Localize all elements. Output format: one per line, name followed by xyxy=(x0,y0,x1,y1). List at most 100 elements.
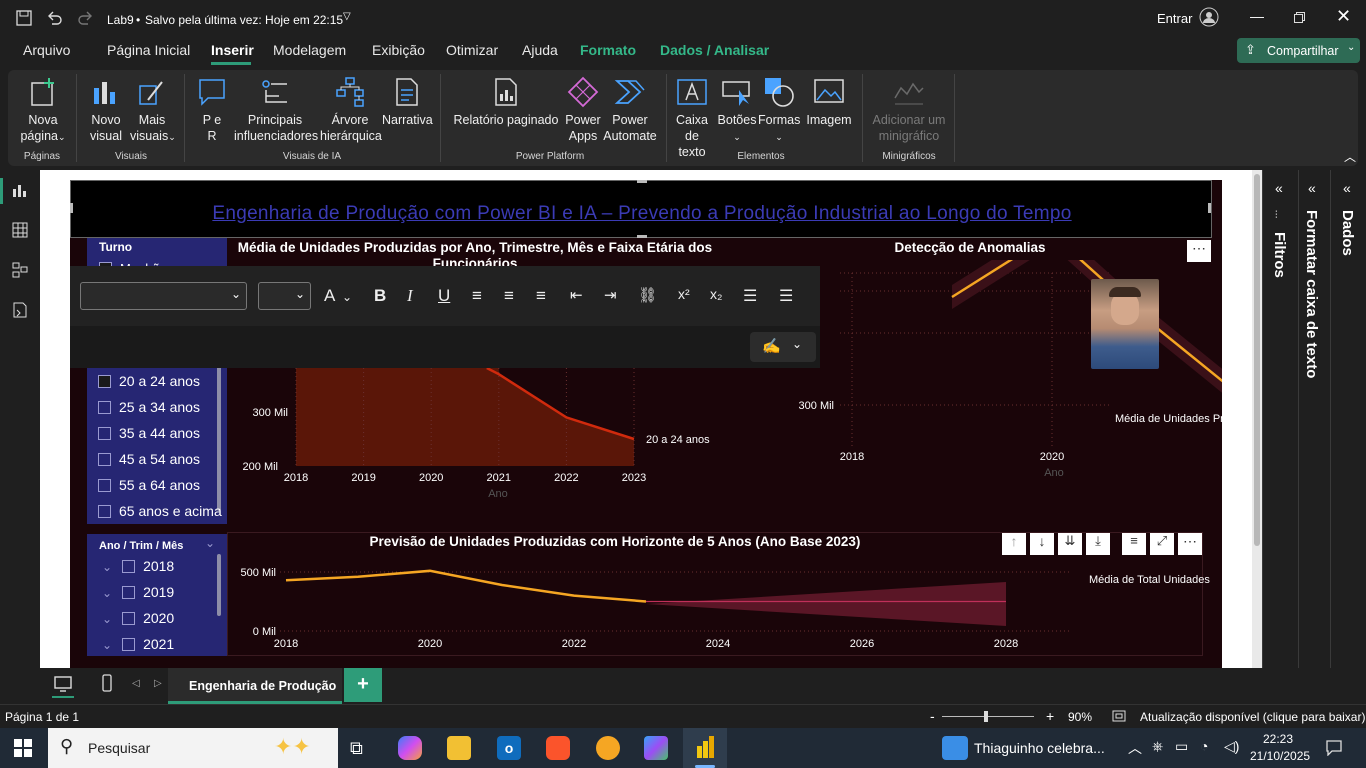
menu-exibicao[interactable]: Exibição xyxy=(372,42,425,58)
font-family-select[interactable]: ⌄ xyxy=(80,282,247,310)
checkbox[interactable] xyxy=(98,505,111,518)
collapse-ribbon-icon[interactable]: ︿ xyxy=(1344,148,1356,165)
image-button[interactable]: Imagem xyxy=(804,76,854,128)
filter-icon[interactable]: ≡ xyxy=(1122,533,1146,555)
numbered-list-icon[interactable]: ☰ xyxy=(779,286,793,306)
chevron-down-icon[interactable]: ▽ xyxy=(343,11,351,22)
chevron-down-icon[interactable]: ⌄ xyxy=(102,612,112,626)
bulleted-list-icon[interactable]: ☰ xyxy=(743,286,757,306)
checkbox[interactable] xyxy=(122,586,136,599)
power-apps-button[interactable]: Power Apps xyxy=(560,76,606,144)
slicer-scrollbar[interactable] xyxy=(217,366,221,511)
menu-modelagem[interactable]: Modelagem xyxy=(273,42,346,58)
chevron-down-icon[interactable]: ⌄ xyxy=(102,586,112,600)
scrollbar-thumb[interactable] xyxy=(1254,174,1260,546)
model-view-icon[interactable] xyxy=(12,262,28,278)
checkbox[interactable] xyxy=(98,401,111,414)
italic-icon[interactable]: I xyxy=(407,286,413,306)
expand-icon[interactable]: « xyxy=(1308,180,1316,196)
focus-mode-icon[interactable]: ⤢ xyxy=(1150,533,1174,555)
resize-handle[interactable] xyxy=(637,235,647,238)
slicer-date-item[interactable]: ⌄ 2021 xyxy=(102,636,174,652)
chevron-down-icon[interactable]: ⌄ xyxy=(205,536,215,550)
more-options-button[interactable]: ⋯ xyxy=(1178,533,1202,555)
notifications-icon[interactable] xyxy=(1326,740,1342,756)
narrative-button[interactable]: Narrativa xyxy=(382,76,433,128)
forecast-chart[interactable]: 500 Mil 0 Mil2018 2020 2022 2024 2026 2028 Médi… xyxy=(230,556,1210,652)
checkbox[interactable] xyxy=(122,560,136,573)
drill-up-button[interactable]: ↑ xyxy=(1002,533,1026,555)
m365-icon[interactable] xyxy=(644,736,668,760)
next-page-icon[interactable]: ▷ xyxy=(154,678,162,689)
expand-icon[interactable]: « xyxy=(1343,180,1351,196)
slicer-date-item[interactable]: ⌄ 2020 xyxy=(102,610,174,626)
volume-icon[interactable]: ◁) xyxy=(1224,738,1239,755)
copilot-icon[interactable] xyxy=(398,736,422,760)
zoom-out-button[interactable]: - xyxy=(930,708,935,724)
menu-ajuda[interactable]: Ajuda xyxy=(522,42,558,58)
superscript-icon[interactable]: x² xyxy=(678,286,690,302)
taskbar-search-box[interactable]: ⚲ Pesquisar ✦✦ xyxy=(48,728,338,768)
redo-icon[interactable] xyxy=(78,10,94,26)
chevron-down-icon[interactable]: ⌄ xyxy=(342,290,352,304)
headset-icon[interactable]: ⎈ xyxy=(1152,738,1163,755)
bold-icon[interactable]: B xyxy=(374,286,386,306)
more-options-button[interactable]: ⋯ xyxy=(1187,240,1211,262)
shapes-button[interactable]: Formas ⌄ xyxy=(758,76,800,145)
vpn-app-icon[interactable] xyxy=(596,736,620,760)
wifi-icon[interactable]: ◔ xyxy=(1200,738,1208,754)
close-button[interactable]: ✕ xyxy=(1336,6,1351,27)
maximize-button[interactable] xyxy=(1294,12,1305,23)
slicer-age-item[interactable]: 35 a 44 anos xyxy=(98,425,200,441)
page-tab-engenharia[interactable]: Engenharia de Produção xyxy=(168,668,342,704)
resize-handle[interactable] xyxy=(1208,203,1211,213)
paginated-report-button[interactable]: Relatório paginado xyxy=(450,76,562,128)
checkbox[interactable] xyxy=(98,479,111,492)
report-title[interactable]: Engenharia de Produção com Power BI e IA… xyxy=(71,203,1213,225)
mobile-layout-icon[interactable] xyxy=(102,674,112,692)
outlook-icon[interactable]: o xyxy=(497,736,521,760)
checkbox[interactable] xyxy=(122,612,136,625)
chevron-down-icon[interactable]: ⌄ xyxy=(102,638,112,652)
slicer-age-item[interactable]: 45 a 54 anos xyxy=(98,451,200,467)
decomposition-tree-button[interactable]: Árvore hierárquica xyxy=(320,76,382,144)
resize-handle[interactable] xyxy=(637,180,647,183)
zoom-in-button[interactable]: + xyxy=(1046,708,1054,724)
undo-icon[interactable] xyxy=(46,10,62,26)
chevron-up-icon[interactable]: ︿ xyxy=(1128,738,1142,758)
format-pane-collapsed[interactable]: « Formatar caixa de texto xyxy=(1298,170,1330,668)
dax-query-icon[interactable] xyxy=(12,302,28,318)
filters-pane-collapsed[interactable]: « ⫶ Filtros xyxy=(1262,170,1298,668)
resize-handle[interactable] xyxy=(70,203,73,213)
align-left-icon[interactable]: ≡ xyxy=(472,286,482,306)
chevron-down-icon[interactable]: ⌄ xyxy=(102,560,112,574)
menu-arquivo[interactable]: Arquivo xyxy=(23,42,70,58)
align-right-icon[interactable]: ≡ xyxy=(536,286,546,306)
underline-icon[interactable]: U xyxy=(438,286,450,306)
menu-inserir[interactable]: Inserir xyxy=(211,42,254,58)
textbox-button[interactable]: Caixa de texto xyxy=(668,76,716,160)
checkbox[interactable] xyxy=(98,427,111,440)
font-size-select[interactable]: ⌄ xyxy=(258,282,311,310)
signin-link[interactable]: Entrar xyxy=(1157,11,1192,26)
slicer-age-item[interactable]: 20 a 24 anos xyxy=(98,373,200,389)
minimize-button[interactable]: — xyxy=(1250,8,1264,24)
increase-indent-icon[interactable]: ⇥ xyxy=(604,286,617,304)
slicer-age-item[interactable]: 25 a 34 anos xyxy=(98,399,200,415)
brave-icon[interactable] xyxy=(546,736,570,760)
file-explorer-icon[interactable] xyxy=(447,736,471,760)
expand-icon[interactable]: « xyxy=(1275,180,1283,196)
drill-down-button[interactable]: ↓ xyxy=(1030,533,1054,555)
save-icon[interactable] xyxy=(16,10,32,26)
fit-to-page-icon[interactable] xyxy=(1112,710,1126,722)
table-view-icon[interactable] xyxy=(12,222,28,238)
add-page-button[interactable]: + xyxy=(344,668,382,702)
menu-dados-analisar[interactable]: Dados / Analisar xyxy=(660,42,769,58)
link-icon[interactable]: ⛓ xyxy=(638,286,657,304)
align-center-icon[interactable]: ≡ xyxy=(504,286,514,306)
windows-start-icon[interactable] xyxy=(14,739,32,757)
new-visual-button[interactable]: Novo visual xyxy=(86,76,126,144)
checkbox[interactable] xyxy=(98,453,111,466)
zoom-slider-track[interactable] xyxy=(942,716,1034,717)
zoom-level[interactable]: 90% xyxy=(1068,710,1092,724)
